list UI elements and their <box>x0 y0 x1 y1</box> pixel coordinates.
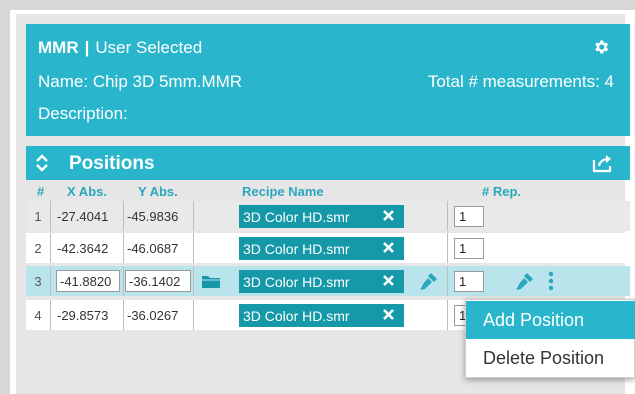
column-divider <box>447 300 448 330</box>
y-value[interactable]: -45.9836 <box>127 201 191 231</box>
mmr-status: User Selected <box>95 38 203 57</box>
column-divider <box>123 233 124 263</box>
menu-item-add-position[interactable]: Add Position <box>466 301 635 339</box>
x-value[interactable]: -27.4041 <box>57 201 119 231</box>
mmr-title-row: MMR | User Selected <box>38 38 202 58</box>
table-row-selected[interactable]: 3 -41.8820 -36.1402 3D Color HD.smr 1 <box>26 266 630 296</box>
table-row[interactable]: 2 -42.3642 -46.0687 3D Color HD.smr 1 <box>26 233 630 263</box>
row-index: 1 <box>34 208 42 224</box>
column-header-y[interactable]: Y Abs. <box>138 184 178 199</box>
mmr-app-label: MMR <box>38 38 79 57</box>
brush-icon[interactable] <box>419 271 439 291</box>
recipe-chip[interactable]: 3D Color HD.smr <box>239 237 404 260</box>
y-field-cell: -36.1402 <box>125 266 191 296</box>
mmr-header: MMR | User Selected Name: Chip 3D 5mm.MMR … <box>26 24 630 136</box>
column-divider <box>50 233 51 263</box>
column-divider <box>123 300 124 330</box>
column-divider <box>123 201 124 231</box>
column-divider <box>447 266 448 296</box>
recipe-name: 3D Color HD.smr <box>243 307 350 324</box>
mmr-name-row: Name: Chip 3D 5mm.MMR <box>38 72 242 92</box>
recipe-name: 3D Color HD.smr <box>243 273 350 290</box>
column-divider <box>193 266 194 296</box>
share-icon[interactable] <box>592 153 614 173</box>
close-icon[interactable] <box>382 274 395 287</box>
column-divider <box>193 300 194 330</box>
column-divider <box>447 201 448 231</box>
rep-input[interactable]: 1 <box>454 238 484 259</box>
total-measurements: Total # measurements: 4 <box>428 72 614 92</box>
column-header-x[interactable]: X Abs. <box>67 184 107 199</box>
table-row[interactable]: 1 -27.4041 -45.9836 3D Color HD.smr 1 <box>26 201 630 231</box>
column-divider <box>50 266 51 296</box>
positions-header: Positions <box>26 146 630 180</box>
description-label: Description: <box>38 104 128 123</box>
close-icon[interactable] <box>382 241 395 254</box>
row-index: 3 <box>34 273 42 289</box>
y-value[interactable]: -46.0687 <box>127 233 191 263</box>
rep-input[interactable]: 1 <box>454 271 484 292</box>
recipe-chip[interactable]: 3D Color HD.smr <box>239 304 404 327</box>
recipe-chip[interactable]: 3D Color HD.smr <box>239 270 404 293</box>
name-value: Chip 3D 5mm.MMR <box>92 72 243 91</box>
name-label: Name: <box>38 72 89 91</box>
column-divider <box>50 300 51 330</box>
recipe-chip[interactable]: 3D Color HD.smr <box>239 205 404 228</box>
mmr-separator: | <box>84 38 90 57</box>
column-divider <box>193 201 194 231</box>
column-divider <box>447 233 448 263</box>
close-icon[interactable] <box>382 308 395 321</box>
positions-title: Positions <box>69 153 155 174</box>
x-input[interactable]: -41.8820 <box>56 270 120 292</box>
total-value: 4 <box>604 72 614 91</box>
y-value[interactable]: -36.0267 <box>127 300 191 330</box>
context-menu: Add Position Delete Position <box>465 299 635 378</box>
recipe-name: 3D Color HD.smr <box>243 240 350 257</box>
recipe-name: 3D Color HD.smr <box>243 208 350 225</box>
x-field-cell: -41.8820 <box>56 266 120 296</box>
close-icon[interactable] <box>382 209 395 222</box>
brush-icon[interactable] <box>515 271 535 291</box>
column-divider <box>193 233 194 263</box>
rep-input[interactable]: 1 <box>454 206 484 227</box>
column-divider <box>50 201 51 231</box>
folder-icon[interactable] <box>202 274 220 288</box>
y-input[interactable]: -36.1402 <box>125 270 191 292</box>
x-value[interactable]: -29.8573 <box>57 300 119 330</box>
row-index: 4 <box>34 307 42 323</box>
column-header-recipe[interactable]: Recipe Name <box>242 184 324 199</box>
gear-icon[interactable] <box>592 38 610 56</box>
column-divider <box>123 266 124 296</box>
chevron-updown-icon[interactable] <box>34 152 50 174</box>
x-value[interactable]: -42.3642 <box>57 233 119 263</box>
kebab-menu-icon[interactable] <box>548 271 554 291</box>
column-header-rep[interactable]: # Rep. <box>482 184 521 199</box>
total-label: Total # measurements: <box>427 72 600 91</box>
column-header-index: # <box>37 184 45 199</box>
row-index: 2 <box>34 240 42 256</box>
menu-item-delete-position[interactable]: Delete Position <box>466 339 635 377</box>
